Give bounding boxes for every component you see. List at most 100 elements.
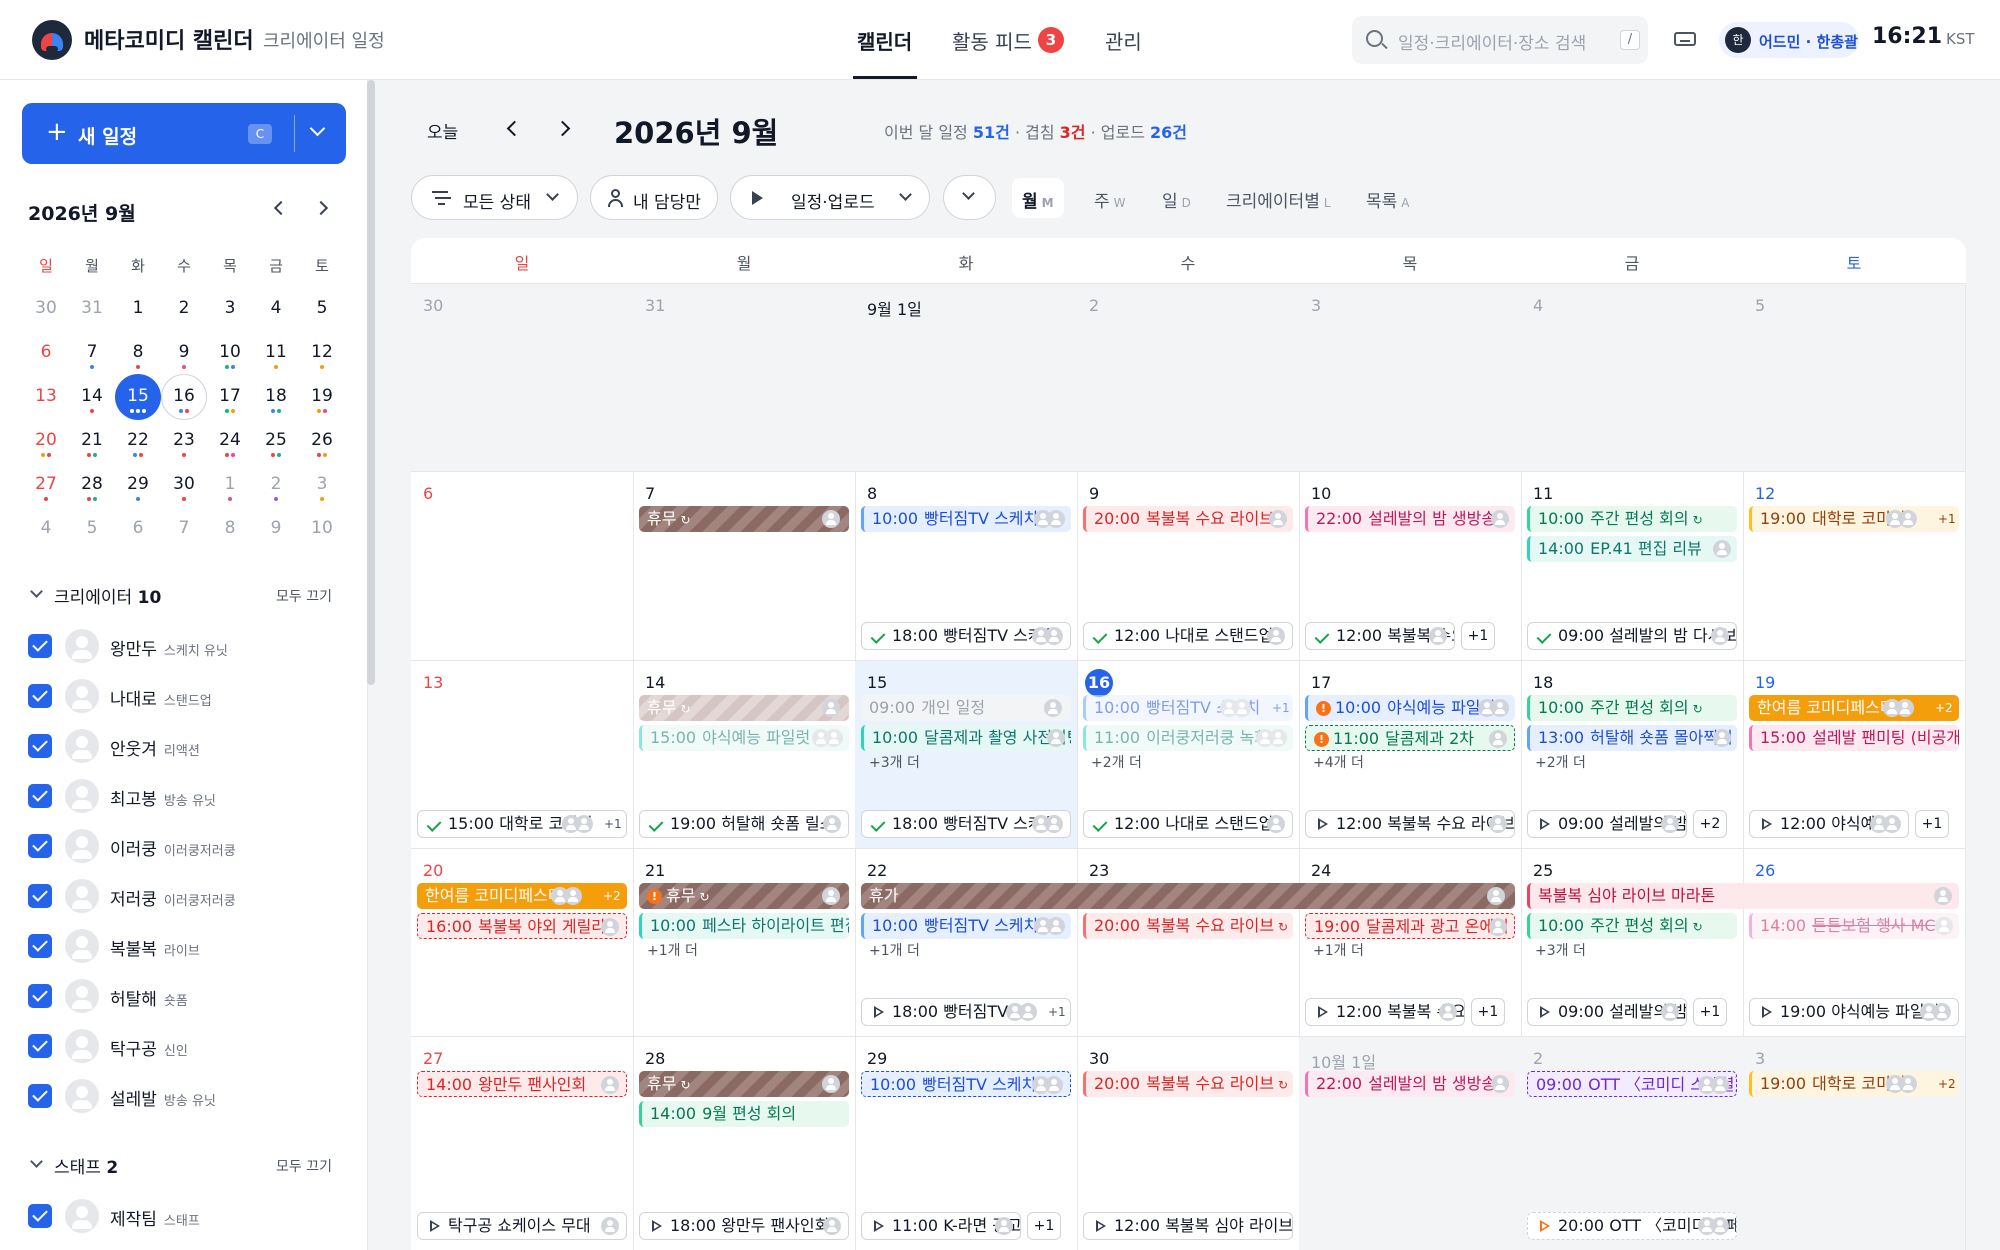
creator-checkbox[interactable] xyxy=(28,834,52,858)
calendar-event[interactable]: 14:00 EP.41 편집 리뷰 xyxy=(1527,536,1737,562)
mini-day[interactable]: 10 xyxy=(210,342,250,362)
creator-item[interactable]: 복불복 라이브 xyxy=(110,935,200,960)
calendar-event[interactable]: 10:00 주간 편성 회의 ↻ xyxy=(1527,913,1737,939)
creator-item[interactable]: 허탈해 숏폼 xyxy=(110,985,188,1010)
calendar-event[interactable]: 10:00 주간 편성 회의 ↻ xyxy=(1527,506,1737,532)
mini-day[interactable]: 23 xyxy=(164,430,204,450)
creator-item[interactable]: 탁구공 신인 xyxy=(110,1035,188,1060)
upload-bar[interactable]: 09:00 설레발의 밤 xyxy=(1527,998,1687,1026)
creator-checkbox[interactable] xyxy=(28,884,52,908)
calendar-event[interactable]: 19:00 대학로 코미디 +2 xyxy=(1749,1071,1959,1097)
more-events-link[interactable]: +2개 더 xyxy=(1535,752,1586,772)
creator-checkbox[interactable] xyxy=(28,1034,52,1058)
view-tab-l[interactable]: 크리에이터별 L xyxy=(1216,178,1341,218)
calendar-event[interactable]: 22:00설레발의 밤 생방송↻ xyxy=(1305,1071,1515,1097)
mini-day[interactable]: 17 xyxy=(210,386,250,406)
calendar-event[interactable]: 14:00 왕만두 팬사인회 xyxy=(417,1071,627,1097)
more-events-link[interactable]: +1개 더 xyxy=(647,940,698,960)
upload-bar[interactable]: 12:00 복불복 수요 라이브 xyxy=(1305,810,1515,838)
mini-day[interactable]: 2 xyxy=(256,474,296,494)
upload-bar[interactable]: 18:00 왕만두 팬사인회 xyxy=(639,1212,849,1240)
calendar-event[interactable]: 14:00 9월 편성 회의 xyxy=(639,1101,849,1127)
upload-bar[interactable]: 18:00 빵터짐TV 스케치 xyxy=(861,810,1071,838)
more-events-link[interactable]: +1개 더 xyxy=(1313,940,1364,960)
day-cell[interactable]: 3 xyxy=(1299,283,1522,471)
calendar-event[interactable]: 10:00 주간 편성 회의 ↻ xyxy=(1527,695,1737,721)
next-month-icon[interactable] xyxy=(554,120,571,137)
calendar-event[interactable]: 휴무 ↻ xyxy=(639,1071,849,1097)
mini-day[interactable]: 7 xyxy=(164,518,204,538)
type-filter[interactable]: 일정·업로드 xyxy=(730,175,930,220)
mini-day[interactable]: 5 xyxy=(72,518,112,538)
vacation-span-event[interactable]: 휴가 xyxy=(861,883,1515,909)
calendar-event[interactable]: 09:00 OTT 〈코미디 스페셜〉 xyxy=(1527,1071,1737,1097)
more-events-link[interactable]: +1개 더 xyxy=(869,940,920,960)
upload-bar[interactable]: 20:00 OTT 〈코미디 스페셜〉 xyxy=(1527,1212,1737,1240)
search-input[interactable]: 일정·크리에이터·장소 검색 xyxy=(1398,29,1598,54)
mini-day[interactable]: 5 xyxy=(302,298,342,318)
upload-bar[interactable]: 12:00 복불복 심야 라이브 xyxy=(1083,1212,1293,1240)
mini-day[interactable]: 4 xyxy=(26,518,66,538)
app-logo-icon[interactable] xyxy=(32,20,72,60)
creator-item[interactable]: 왕만두 스케치 유닛 xyxy=(110,635,228,660)
mini-day[interactable]: 1 xyxy=(210,474,250,494)
keyboard-shortcuts-icon[interactable] xyxy=(1674,32,1696,46)
calendar-event[interactable]: 22:00설레발의 밤 생방송↻ xyxy=(1305,506,1515,532)
mini-day[interactable]: 18 xyxy=(256,386,296,406)
calendar-event[interactable]: ! 휴무 ↻ xyxy=(639,883,849,909)
today-button[interactable]: 오늘 xyxy=(427,118,458,143)
mini-day[interactable]: 31 xyxy=(72,298,112,318)
tab-manage[interactable]: 관리 xyxy=(1105,26,1142,55)
more-uploads-button[interactable]: +1 xyxy=(1461,622,1495,650)
more-uploads-button[interactable]: +1 xyxy=(1693,998,1727,1026)
mini-day[interactable]: 30 xyxy=(26,298,66,318)
more-uploads-button[interactable]: +1 xyxy=(1471,998,1505,1026)
upload-bar[interactable]: 12:00 나대로 스탠드업 xyxy=(1083,622,1293,650)
more-uploads-button[interactable]: +2 xyxy=(1693,810,1727,838)
calendar-event[interactable]: 휴무 ↻ xyxy=(639,506,849,532)
search-box[interactable]: 일정·크리에이터·장소 검색 / xyxy=(1352,16,1648,64)
upload-bar[interactable]: 09:00 설레발의 밤 다시보기 xyxy=(1527,622,1737,650)
view-tab-a[interactable]: 목록 A xyxy=(1356,178,1420,218)
mini-day[interactable]: 8 xyxy=(118,342,158,362)
day-cell[interactable]: 2 xyxy=(1077,283,1300,471)
calendar-event[interactable]: 11:00 이러쿵저러쿵 녹화 xyxy=(1083,725,1293,751)
mini-day[interactable]: 20 xyxy=(26,430,66,450)
day-cell[interactable]: 3 xyxy=(1743,1036,1966,1250)
mini-day[interactable]: 15 xyxy=(118,386,158,406)
tab-calendar[interactable]: 캘린더 xyxy=(857,26,912,55)
upload-bar[interactable]: 18:00 빵터짐TV +1 xyxy=(861,998,1071,1026)
mini-day[interactable]: 12 xyxy=(302,342,342,362)
calendar-event[interactable]: 휴무 ↻ xyxy=(639,695,849,721)
creator-checkbox[interactable] xyxy=(28,784,52,808)
new-event-button[interactable]: + 새 일정 C xyxy=(22,103,346,164)
calendar-event[interactable]: 15:00 설레발 팬미팅 (비공개) xyxy=(1749,725,1959,751)
mini-day[interactable]: 2 xyxy=(164,298,204,318)
upload-bar[interactable]: 12:00 복불복 수요 xyxy=(1305,998,1465,1026)
upload-bar[interactable]: 11:00 K-라면 광고 xyxy=(861,1212,1021,1240)
calendar-event[interactable]: 19:00 달콤제과 광고 온에어 xyxy=(1305,913,1515,939)
day-cell[interactable]: 5 xyxy=(1743,283,1966,471)
mini-day[interactable]: 26 xyxy=(302,430,342,450)
staff-checkbox[interactable] xyxy=(28,1204,52,1228)
calendar-event[interactable]: 한여름 코미디페스타 +2 xyxy=(417,883,627,909)
upload-bar[interactable]: 19:00 허탈해 숏폼 릴스 xyxy=(639,810,849,838)
calendar-event[interactable]: 20:00복불복 수요 라이브↻ xyxy=(1083,506,1293,532)
mini-day[interactable]: 22 xyxy=(118,430,158,450)
mini-day[interactable]: 14 xyxy=(72,386,112,406)
more-events-link[interactable]: +3개 더 xyxy=(1535,940,1586,960)
creator-checkbox[interactable] xyxy=(28,984,52,1008)
calendar-event[interactable]: 14:00 튼튼보험 행사 MC xyxy=(1749,913,1959,939)
creator-item[interactable]: 최고봉 방송 유닛 xyxy=(110,785,216,810)
more-events-link[interactable]: +4개 더 xyxy=(1313,752,1364,772)
marathon-span-event[interactable]: 복불복 심야 라이브 마라톤 xyxy=(1527,883,1959,909)
mini-day[interactable]: 9 xyxy=(256,518,296,538)
mini-day[interactable]: 24 xyxy=(210,430,250,450)
mini-day[interactable]: 28 xyxy=(72,474,112,494)
day-cell[interactable]: 10월 1일 xyxy=(1299,1036,1522,1250)
mini-day[interactable]: 25 xyxy=(256,430,296,450)
mini-day[interactable]: 11 xyxy=(256,342,296,362)
calendar-event[interactable]: 09:00 개인 일정 xyxy=(861,695,1071,721)
creator-item[interactable]: 저러쿵 이러쿵저러쿵 xyxy=(110,885,236,910)
calendar-event[interactable]: 20:00복불복 수요 라이브↻ xyxy=(1083,913,1293,939)
